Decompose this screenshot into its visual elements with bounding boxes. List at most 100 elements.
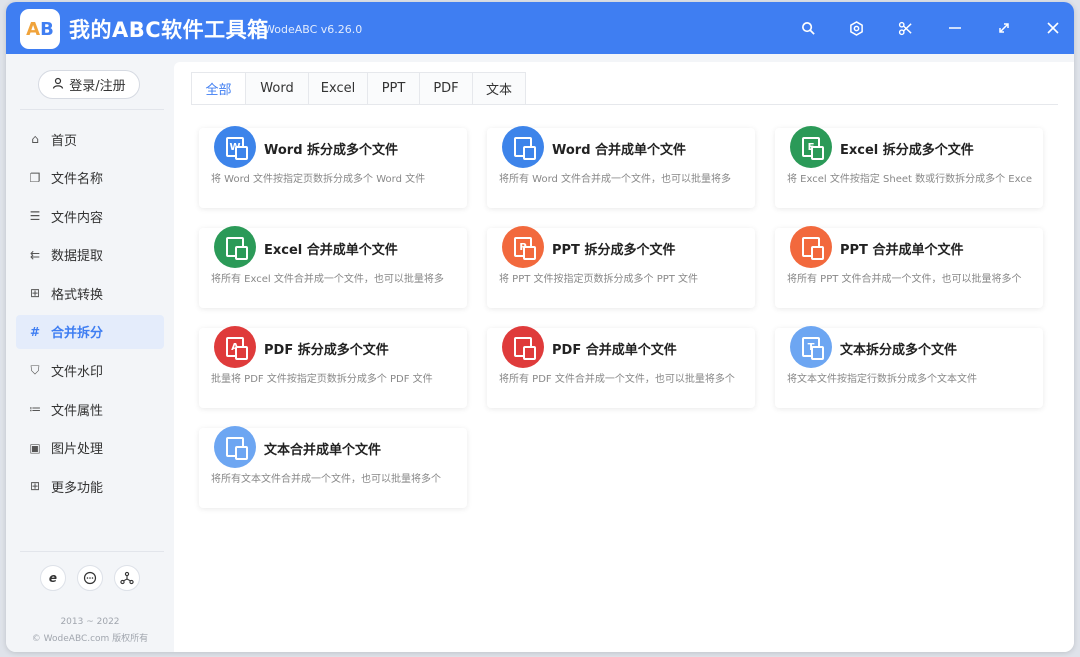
- sidebar-item-home[interactable]: ⌂ 首页: [16, 122, 164, 156]
- word-merge-icon: [502, 126, 544, 168]
- data-extract-icon: ⇇: [29, 247, 41, 262]
- card-description: 批量将 PDF 文件按指定页数拆分成多个 PDF 文件: [211, 374, 433, 385]
- sidebar-item-merge-split[interactable]: # 合并拆分: [16, 314, 164, 349]
- sidebar-item-label: 合并拆分: [51, 326, 104, 342]
- chat-icon[interactable]: [77, 565, 103, 591]
- sidebar-item-watermark[interactable]: ⛉ 文件水印: [16, 354, 164, 388]
- sidebar-item-file-name[interactable]: ❐ 文件名称: [16, 161, 164, 195]
- card-excel-split[interactable]: E Excel 拆分成多个文件 将 Excel 文件按指定 Sheet 数或行数…: [775, 126, 1043, 208]
- card-description: 将 PPT 文件按指定页数拆分成多个 PPT 文件: [499, 274, 699, 285]
- text-split-icon: T: [790, 326, 832, 368]
- sidebar-item-label: 格式转换: [51, 287, 104, 303]
- card-title: PDF 拆分成多个文件: [264, 343, 389, 358]
- sidebar-item-label: 图片处理: [51, 442, 104, 458]
- sidebar-item-format-convert[interactable]: ⊞ 格式转换: [16, 276, 164, 310]
- card-description: 将 Word 文件按指定页数拆分成多个 Word 文件: [211, 174, 426, 185]
- tab-text[interactable]: 文本: [473, 72, 526, 105]
- ie-icon[interactable]: e: [40, 565, 66, 591]
- close-icon[interactable]: [1041, 16, 1065, 40]
- card-text-split[interactable]: T 文本拆分成多个文件 将文本文件按指定行数拆分成多个文本文件: [775, 326, 1043, 408]
- file-property-icon: ≔: [29, 402, 41, 417]
- app-version: WodeABC v6.26.0: [264, 23, 363, 36]
- card-description: 将文本文件按指定行数拆分成多个文本文件: [787, 374, 977, 385]
- copyright-years: 2013 ~ 2022: [60, 617, 120, 627]
- card-description: 将所有 Word 文件合并成一个文件，也可以批量将多: [499, 174, 732, 185]
- minimize-icon[interactable]: [943, 16, 967, 40]
- card-description: 将所有 PDF 文件合并成一个文件，也可以批量将多个: [499, 374, 735, 385]
- search-icon[interactable]: [796, 16, 820, 40]
- card-title: PPT 合并成单个文件: [840, 243, 964, 258]
- tab-bar: 全部 Word Excel PPT PDF 文本: [191, 72, 526, 105]
- user-icon: [52, 77, 64, 93]
- card-ppt-merge[interactable]: PPT 合并成单个文件 将所有 PPT 文件合并成一个文件，也可以批量将多个: [775, 226, 1043, 308]
- sidebar-item-data-extract[interactable]: ⇇ 数据提取: [16, 238, 164, 272]
- more-icon: ⊞: [29, 479, 41, 494]
- watermark-icon: ⛉: [30, 363, 40, 378]
- network-icon[interactable]: [114, 565, 140, 591]
- ppt-split-icon: P: [502, 226, 544, 268]
- excel-merge-icon: [214, 226, 256, 268]
- tab-word[interactable]: Word: [246, 72, 309, 105]
- card-excel-merge[interactable]: Excel 合并成单个文件 将所有 Excel 文件合并成一个文件，也可以批量将…: [199, 226, 467, 308]
- home-icon: ⌂: [31, 132, 39, 146]
- word-split-icon: W: [214, 126, 256, 168]
- card-word-merge[interactable]: Word 合并成单个文件 将所有 Word 文件合并成一个文件，也可以批量将多: [487, 126, 755, 208]
- tab-underline: [191, 104, 1058, 105]
- sidebar-divider: [20, 551, 164, 552]
- login-label: 登录/注册: [69, 79, 126, 94]
- ppt-merge-icon: [790, 226, 832, 268]
- text-merge-icon: [214, 426, 256, 468]
- app-logo: AB: [20, 9, 60, 49]
- maximize-icon[interactable]: [992, 16, 1016, 40]
- card-description: 将 Excel 文件按指定 Sheet 数或行数拆分成多个 Exce: [787, 174, 1033, 185]
- login-button[interactable]: 登录/注册: [38, 70, 140, 99]
- app-title: 我的ABC软件工具箱: [69, 18, 269, 42]
- sidebar-item-image[interactable]: ▣ 图片处理: [16, 431, 164, 465]
- sidebar-item-label: 文件名称: [51, 172, 104, 188]
- card-description: 将所有 PPT 文件合并成一个文件，也可以批量将多个: [787, 274, 1022, 285]
- card-title: PPT 拆分成多个文件: [552, 243, 676, 258]
- format-convert-icon: ⊞: [29, 286, 41, 301]
- copyright-text: © WodeABC.com 版权所有: [31, 634, 149, 644]
- tab-excel[interactable]: Excel: [309, 72, 368, 105]
- card-title: Word 合并成单个文件: [552, 143, 687, 158]
- card-title: PDF 合并成单个文件: [552, 343, 677, 358]
- card-pdf-split[interactable]: A PDF 拆分成多个文件 批量将 PDF 文件按指定页数拆分成多个 PDF 文…: [199, 326, 467, 408]
- card-title: Excel 拆分成多个文件: [840, 143, 974, 158]
- excel-split-icon: E: [790, 126, 832, 168]
- pdf-merge-icon: [502, 326, 544, 368]
- sidebar-item-label: 文件属性: [51, 403, 104, 419]
- tab-pdf[interactable]: PDF: [420, 72, 473, 105]
- file-name-icon: ❐: [29, 170, 41, 185]
- card-text-merge[interactable]: 文本合并成单个文件 将所有文本文件合并成一个文件，也可以批量将多个: [199, 426, 467, 508]
- image-icon: ▣: [29, 440, 41, 455]
- card-title: 文本合并成单个文件: [264, 443, 382, 458]
- sidebar-item-label: 文件内容: [51, 210, 104, 226]
- gear-icon[interactable]: [844, 16, 868, 40]
- sidebar-divider: [20, 109, 164, 110]
- merge-split-icon: #: [29, 324, 41, 339]
- card-description: 将所有 Excel 文件合并成一个文件，也可以批量将多: [211, 274, 444, 285]
- bottom-icon-group: e: [40, 565, 140, 591]
- scissors-icon[interactable]: [893, 16, 917, 40]
- sidebar-item-label: 文件水印: [51, 365, 104, 381]
- card-description: 将所有文本文件合并成一个文件，也可以批量将多个: [211, 474, 441, 485]
- sidebar: 登录/注册 ⌂ 首页 ❐ 文件名称 ☰ 文件内容 ⇇ 数据提取 ⊞ 格式转换 #…: [6, 54, 174, 652]
- tab-ppt[interactable]: PPT: [368, 72, 420, 105]
- sidebar-item-file-content[interactable]: ☰ 文件内容: [16, 199, 164, 233]
- card-word-split[interactable]: W Word 拆分成多个文件 将 Word 文件按指定页数拆分成多个 Word …: [199, 126, 467, 208]
- file-content-icon: ☰: [29, 209, 41, 224]
- pdf-split-icon: A: [214, 326, 256, 368]
- sidebar-item-label: 更多功能: [51, 480, 104, 496]
- sidebar-item-label: 首页: [51, 133, 78, 149]
- app-window: AB 我的ABC软件工具箱 WodeABC v6.26.0 登录/注册 ⌂ 首页…: [6, 2, 1074, 652]
- sidebar-item-more[interactable]: ⊞ 更多功能: [16, 469, 164, 503]
- card-pdf-merge[interactable]: PDF 合并成单个文件 将所有 PDF 文件合并成一个文件，也可以批量将多个: [487, 326, 755, 408]
- card-ppt-split[interactable]: P PPT 拆分成多个文件 将 PPT 文件按指定页数拆分成多个 PPT 文件: [487, 226, 755, 308]
- card-title: Word 拆分成多个文件: [264, 143, 399, 158]
- card-title: Excel 合并成单个文件: [264, 243, 398, 258]
- sidebar-item-label: 数据提取: [51, 249, 104, 265]
- sidebar-item-file-property[interactable]: ≔ 文件属性: [16, 392, 164, 426]
- card-title: 文本拆分成多个文件: [840, 343, 958, 358]
- tab-all[interactable]: 全部: [191, 72, 246, 105]
